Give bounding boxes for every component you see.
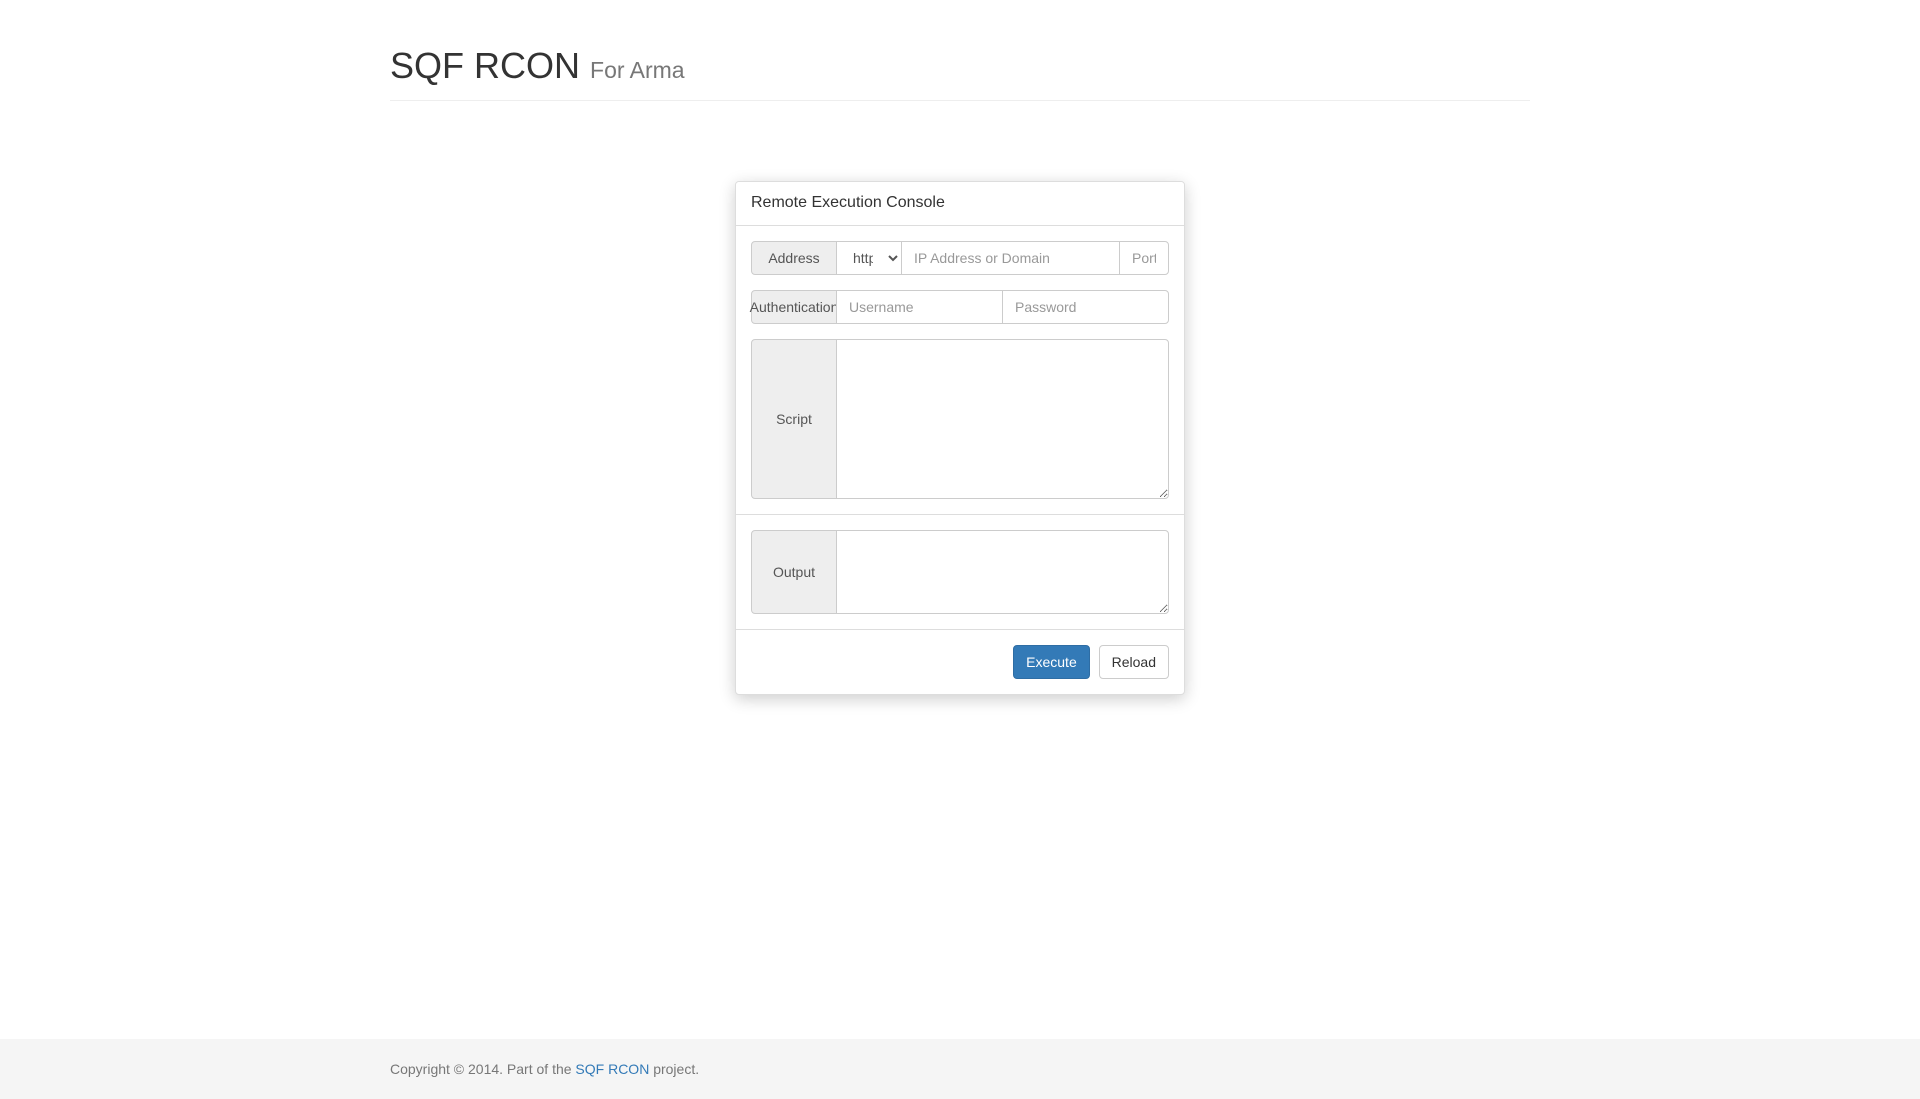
- page-title: SQF RCON For Arma: [390, 40, 1530, 91]
- footer-link[interactable]: SQF RCON: [575, 1061, 649, 1077]
- ip-address-input[interactable]: [901, 241, 1120, 275]
- page-footer: Copyright © 2014. Part of the SQF RCON p…: [0, 1039, 1920, 1099]
- panel-heading: Remote Execution Console: [736, 182, 1184, 226]
- script-textarea[interactable]: [836, 339, 1169, 499]
- panel-footer: Execute Reload: [736, 629, 1184, 694]
- page-header: SQF RCON For Arma: [390, 40, 1530, 101]
- script-group: Script: [751, 339, 1169, 499]
- panel-title: Remote Execution Console: [751, 192, 1169, 215]
- output-textarea[interactable]: [836, 530, 1169, 614]
- protocol-select[interactable]: http://: [836, 241, 902, 275]
- port-input[interactable]: [1119, 241, 1169, 275]
- password-input[interactable]: [1002, 290, 1169, 324]
- execute-button[interactable]: Execute: [1013, 645, 1090, 679]
- title-text: SQF RCON: [390, 45, 580, 86]
- footer-text: Copyright © 2014. Part of the SQF RCON p…: [390, 1059, 1530, 1079]
- address-label: Address: [751, 241, 837, 275]
- output-group: Output: [751, 530, 1169, 614]
- copyright-prefix: Copyright © 2014. Part of the: [390, 1061, 575, 1077]
- script-label: Script: [751, 339, 837, 499]
- username-input[interactable]: [836, 290, 1003, 324]
- auth-group: Authentication: [751, 290, 1169, 324]
- output-label: Output: [751, 530, 837, 614]
- panel-body-inputs: Address http:// Authentication Script: [736, 226, 1184, 514]
- reload-button[interactable]: Reload: [1099, 645, 1169, 679]
- console-panel: Remote Execution Console Address http://…: [735, 181, 1185, 695]
- panel-body-output: Output: [736, 514, 1184, 629]
- page-subtitle: For Arma: [590, 57, 685, 83]
- copyright-suffix: project.: [649, 1061, 699, 1077]
- address-group: Address http://: [751, 241, 1169, 275]
- auth-label: Authentication: [751, 290, 837, 324]
